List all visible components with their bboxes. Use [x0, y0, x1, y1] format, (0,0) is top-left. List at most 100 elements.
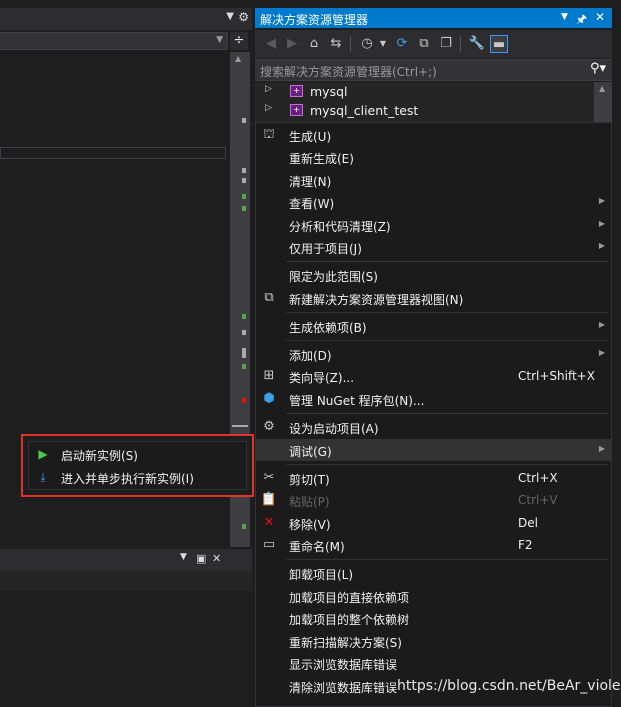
menu-item-start-new-instance[interactable]: ▶ 启动新实例(S) [29, 443, 246, 465]
menu-item-view[interactable]: 查看(W) ▶ [256, 191, 611, 213]
build-icon: ⛫ [263, 127, 275, 142]
menu-item-paste[interactable]: 📋 粘贴(P) Ctrl+V [256, 489, 611, 511]
menu-item-label: 剪切(T) [289, 473, 330, 487]
menu-item-label: 生成(U) [289, 130, 332, 144]
menu-item-label: 进入并单步执行新实例(I) [61, 472, 194, 486]
menu-item-class-wizard[interactable]: ⊞ 类向导(Z)... Ctrl+Shift+X [256, 365, 611, 387]
menu-item-load-dep-tree[interactable]: 加载项目的整个依赖树 [256, 607, 611, 629]
menu-separator [286, 312, 608, 313]
step-into-icon: ⤓ [40, 470, 46, 484]
menu-item-label: 仅用于项目(J) [289, 242, 362, 256]
submenu-arrow-icon: ▶ [598, 320, 605, 329]
submenu-arrow-icon: ▶ [598, 219, 605, 228]
cpp-project-icon: + [290, 85, 303, 97]
menu-separator [286, 559, 608, 560]
tab-dropdown-icon[interactable]: ▼ [226, 11, 234, 22]
menu-item-label: 分析和代码清理(Z) [289, 220, 391, 234]
switch-view-icon[interactable]: ⇆ [327, 35, 345, 53]
submenu-arrow-icon: ▶ [598, 196, 605, 205]
submenu-arrow-icon: ▶ [598, 241, 605, 250]
menu-item-debug[interactable]: 调试(G) ▶ [256, 439, 611, 461]
home-icon[interactable]: ⌂ [305, 35, 323, 53]
chevron-down-icon[interactable]: ▼ [374, 35, 392, 53]
remove-icon: ✕ [263, 515, 275, 530]
menu-item-manage-nuget[interactable]: ⬢ 管理 NuGet 程序包(N)... [256, 388, 611, 410]
menu-item-load-direct-deps[interactable]: 加载项目的直接依赖项 [256, 585, 611, 607]
close-icon[interactable]: ✕ [595, 10, 605, 24]
menu-item-build[interactable]: ⛫ 生成(U) [256, 124, 611, 146]
menu-item-rescan-solution[interactable]: 重新扫描解决方案(S) [256, 630, 611, 652]
menu-item-add[interactable]: 添加(D) ▶ [256, 343, 611, 365]
forward-icon[interactable]: ▶ [283, 35, 301, 53]
menu-item-shortcut: F2 [518, 538, 533, 552]
gear-icon[interactable]: ⚙ [238, 10, 249, 24]
debug-submenu: ▶ 启动新实例(S) ⤓ 进入并单步执行新实例(I) [28, 441, 247, 490]
menu-item-rename[interactable]: ▭ 重命名(M) F2 [256, 534, 611, 556]
new-view-icon: ⧉ [264, 290, 274, 305]
scissors-icon: ✂ [263, 470, 275, 485]
search-icon[interactable]: ⚲▾ [590, 61, 606, 76]
menu-item-label: 加载项目的整个依赖树 [289, 613, 410, 627]
back-icon[interactable]: ◀ [262, 35, 280, 53]
gear-icon: ⚙ [263, 419, 275, 434]
tree-item-label: mysql [310, 84, 348, 99]
menu-item-show-browse-db-errors[interactable]: 显示浏览数据库错误 [256, 652, 611, 674]
menu-item-analyze[interactable]: 分析和代码清理(Z) ▶ [256, 214, 611, 236]
collapse-all-icon[interactable]: ⧉ [415, 35, 433, 53]
refresh-icon[interactable]: ⟳ [393, 35, 411, 53]
menu-item-step-into-new-instance[interactable]: ⤓ 进入并单步执行新实例(I) [29, 466, 246, 488]
split-editor-button[interactable]: ÷ [230, 32, 248, 50]
tree-scrollbar[interactable]: ▲ [594, 82, 612, 122]
search-placeholder: 搜索解决方案资源管理器(Ctrl+;) [260, 65, 437, 79]
menu-item-label: 重新扫描解决方案(S) [289, 636, 402, 650]
close-icon[interactable]: ✕ [212, 552, 221, 565]
cpp-project-icon: + [290, 104, 303, 116]
scroll-up-icon[interactable]: ▲ [235, 54, 241, 63]
menu-item-label: 粘贴(P) [289, 495, 330, 509]
panel-title: 解决方案资源管理器 [260, 13, 369, 27]
menu-item-new-view[interactable]: ⧉ 新建解决方案资源管理器视图(N) [256, 287, 611, 309]
context-menu: ⛫ 生成(U) 重新生成(E) 清理(N) 查看(W) ▶ 分析和代码清理(Z)… [255, 122, 612, 707]
menu-item-label: 生成依赖项(B) [289, 321, 367, 335]
scroll-marker [242, 314, 246, 319]
pin-icon[interactable]: 🖈 [576, 10, 587, 31]
expand-arrow-icon[interactable]: ▷ [265, 84, 272, 94]
show-all-files-icon[interactable]: ❐ [437, 35, 455, 53]
maximize-icon[interactable]: ▣ [196, 552, 206, 565]
menu-item-clean[interactable]: 清理(N) [256, 169, 611, 191]
menu-item-set-startup[interactable]: ⚙ 设为启动项目(A) [256, 416, 611, 438]
tree-item-mysql-client-test[interactable]: ▷ + mysql_client_test [255, 101, 593, 120]
menu-item-label: 设为启动项目(A) [289, 422, 379, 436]
menu-item-cut[interactable]: ✂ 剪切(T) Ctrl+X [256, 467, 611, 489]
menu-item-rebuild[interactable]: 重新生成(E) [256, 146, 611, 168]
watermark-text: https://blog.csdn.net/BeAr_violet [397, 678, 621, 694]
menu-item-label: 移除(V) [289, 518, 331, 532]
menu-item-label: 重新生成(E) [289, 152, 354, 166]
preview-icon[interactable]: ▬ [490, 35, 508, 53]
class-wizard-icon: ⊞ [263, 368, 275, 383]
solution-tree: ▷ + mysql ▷ + mysql_client_test [255, 82, 612, 122]
menu-item-project-only[interactable]: 仅用于项目(J) ▶ [256, 236, 611, 258]
menu-item-label: 调试(G) [289, 445, 332, 459]
menu-item-label: 限定为此范围(S) [289, 270, 378, 284]
menu-item-label: 加载项目的直接依赖项 [289, 591, 410, 605]
navigation-dropdown[interactable]: ▼ [0, 32, 228, 50]
menu-item-build-dependencies[interactable]: 生成依赖项(B) ▶ [256, 315, 611, 337]
solution-search-field[interactable]: 搜索解决方案资源管理器(Ctrl+;) ⚲▾ [255, 59, 612, 81]
expand-arrow-icon[interactable]: ▷ [265, 103, 272, 113]
bottom-panel-toolbar [0, 571, 252, 591]
scroll-marker [242, 206, 246, 211]
menu-item-unload-project[interactable]: 卸载项目(L) [256, 562, 611, 584]
properties-icon[interactable]: 🔧 [468, 35, 486, 53]
scroll-marker [242, 194, 246, 199]
panel-dropdown-icon[interactable]: ▼ [561, 12, 568, 22]
menu-item-remove[interactable]: ✕ 移除(V) Del [256, 512, 611, 534]
menu-separator [286, 261, 608, 262]
menu-item-scope-to-this[interactable]: 限定为此范围(S) [256, 264, 611, 286]
scroll-up-icon[interactable]: ▲ [599, 84, 605, 93]
submenu-arrow-icon: ▶ [598, 444, 605, 453]
panel-dropdown-icon[interactable]: ▼ [180, 552, 187, 562]
chevron-down-icon: ▼ [216, 35, 223, 45]
menu-item-label: 查看(W) [289, 197, 335, 211]
tree-item-mysql[interactable]: ▷ + mysql [255, 82, 593, 101]
